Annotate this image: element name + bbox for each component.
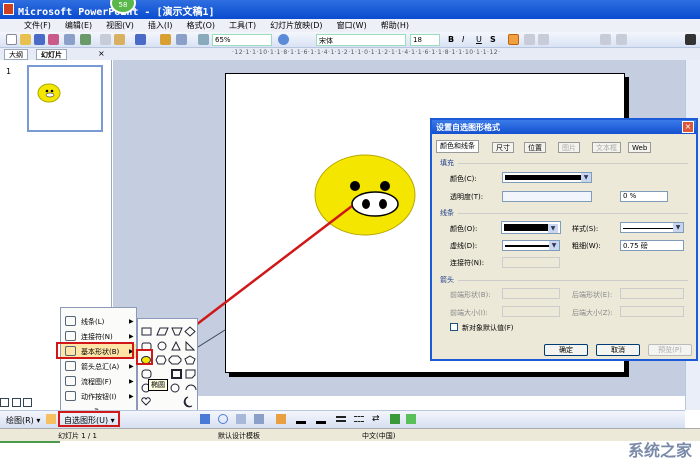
menu-item-flowchart[interactable]: 流程图(F) [81,377,112,387]
menu-item-lines[interactable]: 线条(L) [81,317,104,327]
style-label: 样式(S): [572,225,599,233]
fill-color-select[interactable]: ▼ [502,172,592,183]
menu-item-block-arrows[interactable]: 箭头总汇(A) [81,362,119,372]
line-style-select[interactable]: ▼ [620,222,684,233]
watermark-logo: 系统之家 [627,441,692,460]
diagram-icon[interactable] [218,414,228,424]
line-color-label: 颜色(O): [450,225,478,233]
fill-color-icon[interactable] [276,414,286,424]
design-template: 默认设计模板 [218,432,260,440]
menu-item-connectors[interactable]: 连接符(N) [81,332,113,342]
picture-icon[interactable] [254,414,264,424]
ok-button[interactable]: 确定 [544,344,588,356]
weight-input[interactable]: 0.75 磅 [620,240,684,251]
shadow-style-icon[interactable] [390,414,400,424]
fill-color-label: 颜色(C): [450,175,477,183]
draw-menu-button[interactable]: 绘图(R) ▾ [6,415,40,426]
menu-item-action-buttons[interactable]: 动作按钮(I) [81,392,117,402]
slide-sorter-icon[interactable] [11,398,21,407]
block-arrows-icon [65,361,76,371]
connector-label: 连接符(N): [450,259,485,267]
transparency-slider[interactable] [502,191,592,202]
highlight-basic-shapes [56,342,134,359]
end-style-select [620,288,684,299]
end-size-select [620,306,684,317]
language: 中文(中国) [362,432,396,440]
dialog-close-button[interactable]: × [682,121,694,133]
highlight-autoshapes-button [58,411,120,427]
default-checkbox[interactable] [450,323,458,331]
end-style-label: 后端形状(E): [572,291,613,299]
highlight-oval-shape [136,349,153,365]
line-style-icon[interactable] [336,416,346,422]
tab-colors-lines[interactable]: 颜色和线条 [436,140,479,153]
connector-select [502,257,560,268]
default-checkbox-label: 新对象默认值(F) [462,324,514,332]
transparency-label: 透明度(T): [450,193,484,201]
tab-picture: 图片 [558,142,580,153]
cancel-button[interactable]: 取消 [596,344,640,356]
progress-strip [0,441,60,443]
tab-textbox: 文本框 [592,142,621,153]
begin-style-label: 前端形状(B): [450,291,491,299]
line-group-label: 线条 [440,209,454,217]
status-bar: 幻灯片 1 / 1 默认设计模板 中文(中国) [0,428,700,441]
begin-size-select [502,306,560,317]
preview-button: 预览(P) [648,344,692,356]
oval-tooltip: 椭圆 [148,379,168,391]
slide-indicator: 幻灯片 1 / 1 [58,432,97,440]
begin-style-select [502,288,560,299]
line-color-icon[interactable] [296,414,306,424]
wordart-icon[interactable] [200,414,210,424]
line-color-select[interactable]: ▼ [501,221,561,234]
action-buttons-icon [65,391,76,401]
arrow-style-icon[interactable]: ⇄ [372,414,382,424]
view-buttons[interactable] [0,398,40,409]
end-size-label: 后端大小(Z): [572,309,613,317]
tab-size[interactable]: 尺寸 [492,142,514,153]
connectors-icon [65,331,76,341]
select-objects-icon[interactable] [46,414,56,424]
dash-label: 虚线(D): [450,242,478,250]
begin-size-label: 前端大小(I): [450,309,488,317]
transparency-input[interactable]: 0 % [620,191,668,202]
3d-style-icon[interactable] [406,414,416,424]
font-color-icon[interactable] [316,414,326,424]
autoshapes-menu: 线条(L) ▶ 连接符(N) ▶ 基本形状(B) ▶ 箭头总汇(A) ▶ 流程图(F) ▶… [60,307,137,417]
arrows-group-label: 箭头 [440,276,454,284]
dialog-title: 设置自选图形格式 [432,120,696,134]
tab-position[interactable]: 位置 [524,142,546,153]
tab-web[interactable]: Web [628,142,652,153]
clipart-icon[interactable] [236,414,246,424]
dash-select[interactable]: ▼ [502,240,560,251]
chevron-down-icon: ▼ [581,173,591,182]
dash-style-icon[interactable] [354,416,364,422]
weight-label: 粗细(W): [572,242,601,250]
flowchart-icon [65,376,76,386]
format-autoshape-dialog: 设置自选图形格式 × 颜色和线条 尺寸 位置 图片 文本框 Web 填充 颜色(… [430,118,698,361]
normal-view-icon[interactable] [0,398,9,407]
lines-icon [65,316,76,326]
slideshow-icon[interactable] [23,398,33,407]
fill-group-label: 填充 [440,159,454,167]
